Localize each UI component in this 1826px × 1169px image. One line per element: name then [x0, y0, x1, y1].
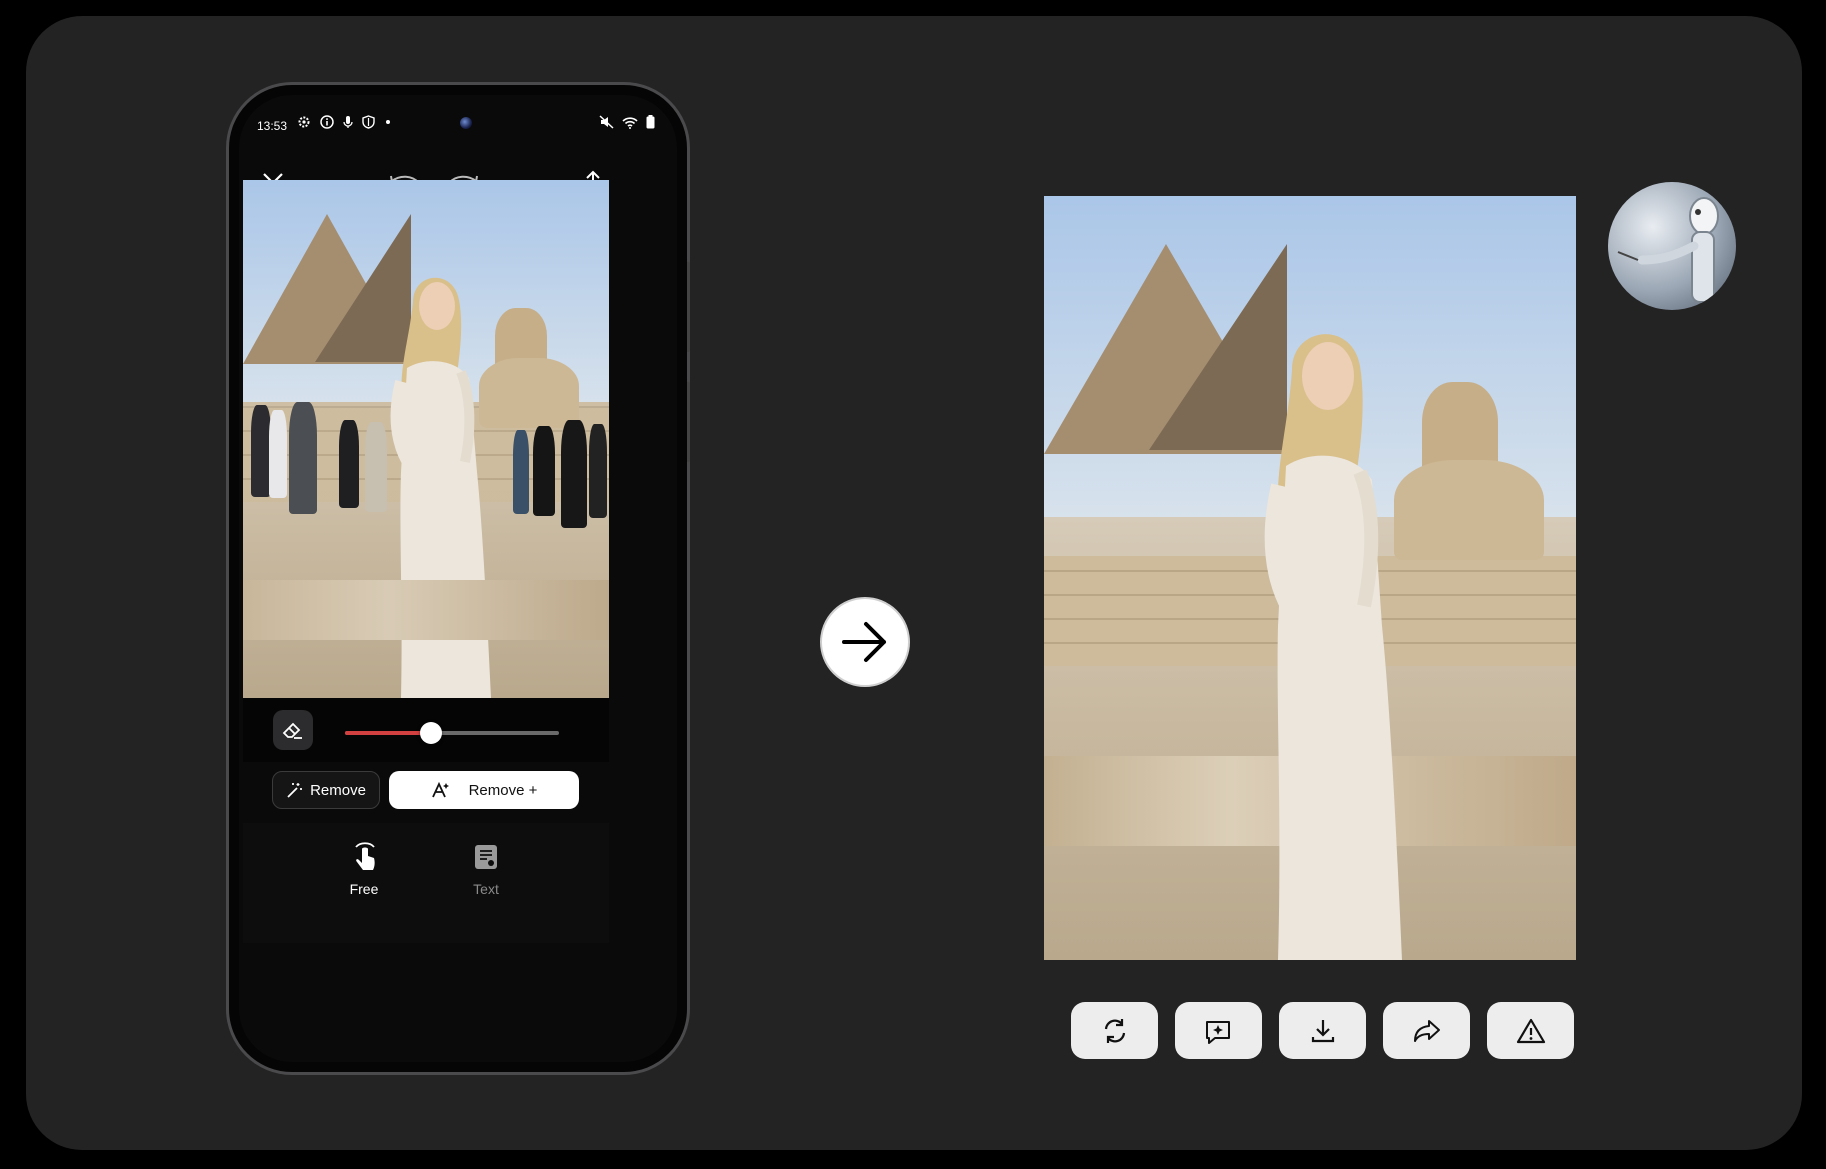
result-actions — [1071, 1002, 1574, 1059]
robot-avatar — [1608, 182, 1736, 310]
phone-screen: 13:53 Remove Remove + Free Text — [229, 85, 687, 1072]
remove-plus-button[interactable]: Remove + — [389, 771, 579, 809]
warning-icon — [1516, 1018, 1545, 1043]
status-bar: 13:53 — [239, 95, 677, 153]
refresh-icon — [1104, 1018, 1125, 1043]
download-icon — [1311, 1019, 1334, 1042]
shield-icon — [362, 115, 375, 129]
text-doc-icon — [475, 845, 497, 869]
eraser-button[interactable] — [273, 710, 313, 750]
mode-text-label: Text — [473, 881, 499, 897]
remove-button[interactable]: Remove — [272, 771, 380, 809]
robot-icon — [1617, 197, 1719, 303]
slider-fill — [345, 731, 431, 735]
remove-plus-label: Remove + — [468, 781, 538, 799]
share-forward-button[interactable] — [1383, 1002, 1470, 1059]
magic-wand-icon — [287, 783, 303, 798]
tap-icon — [355, 842, 375, 870]
share-forward-icon — [1413, 1019, 1440, 1042]
result-photo[interactable] — [1044, 196, 1576, 960]
ai-edit-button[interactable] — [1175, 1002, 1262, 1059]
battery-icon — [646, 115, 655, 129]
ai-sparkle-icon — [431, 781, 449, 798]
wifi-icon — [622, 116, 638, 129]
download-button[interactable] — [1279, 1002, 1366, 1059]
editor-photo[interactable] — [243, 180, 609, 698]
mute-icon — [599, 115, 614, 129]
eraser-icon — [282, 722, 302, 739]
phone-mockup: 13:53 Remove Remove + Free Text — [226, 82, 690, 1075]
status-time: 13:53 — [257, 119, 288, 133]
mode-free-label: Free — [349, 881, 379, 897]
arrow-button[interactable] — [820, 597, 910, 687]
ai-edit-icon — [1205, 1020, 1230, 1044]
settings-icon — [298, 116, 310, 128]
front-camera — [460, 117, 472, 129]
dot-icon — [386, 120, 390, 124]
stage: 13:53 Remove Remove + Free Text — [0, 0, 1826, 1169]
arrow-right-icon — [842, 622, 886, 662]
refresh-button[interactable] — [1071, 1002, 1158, 1059]
brush-size-panel — [243, 698, 609, 762]
info-icon — [320, 115, 334, 129]
brush-size-slider[interactable] — [345, 722, 559, 744]
mode-free[interactable]: Free — [319, 837, 409, 897]
mode-selector: Free Text — [243, 823, 609, 943]
mic-icon — [343, 116, 353, 128]
report-button[interactable] — [1487, 1002, 1574, 1059]
mode-text[interactable]: Text — [441, 837, 531, 897]
remove-label: Remove — [310, 781, 366, 799]
woman-figure — [1264, 334, 1402, 960]
slider-thumb[interactable] — [419, 722, 442, 744]
